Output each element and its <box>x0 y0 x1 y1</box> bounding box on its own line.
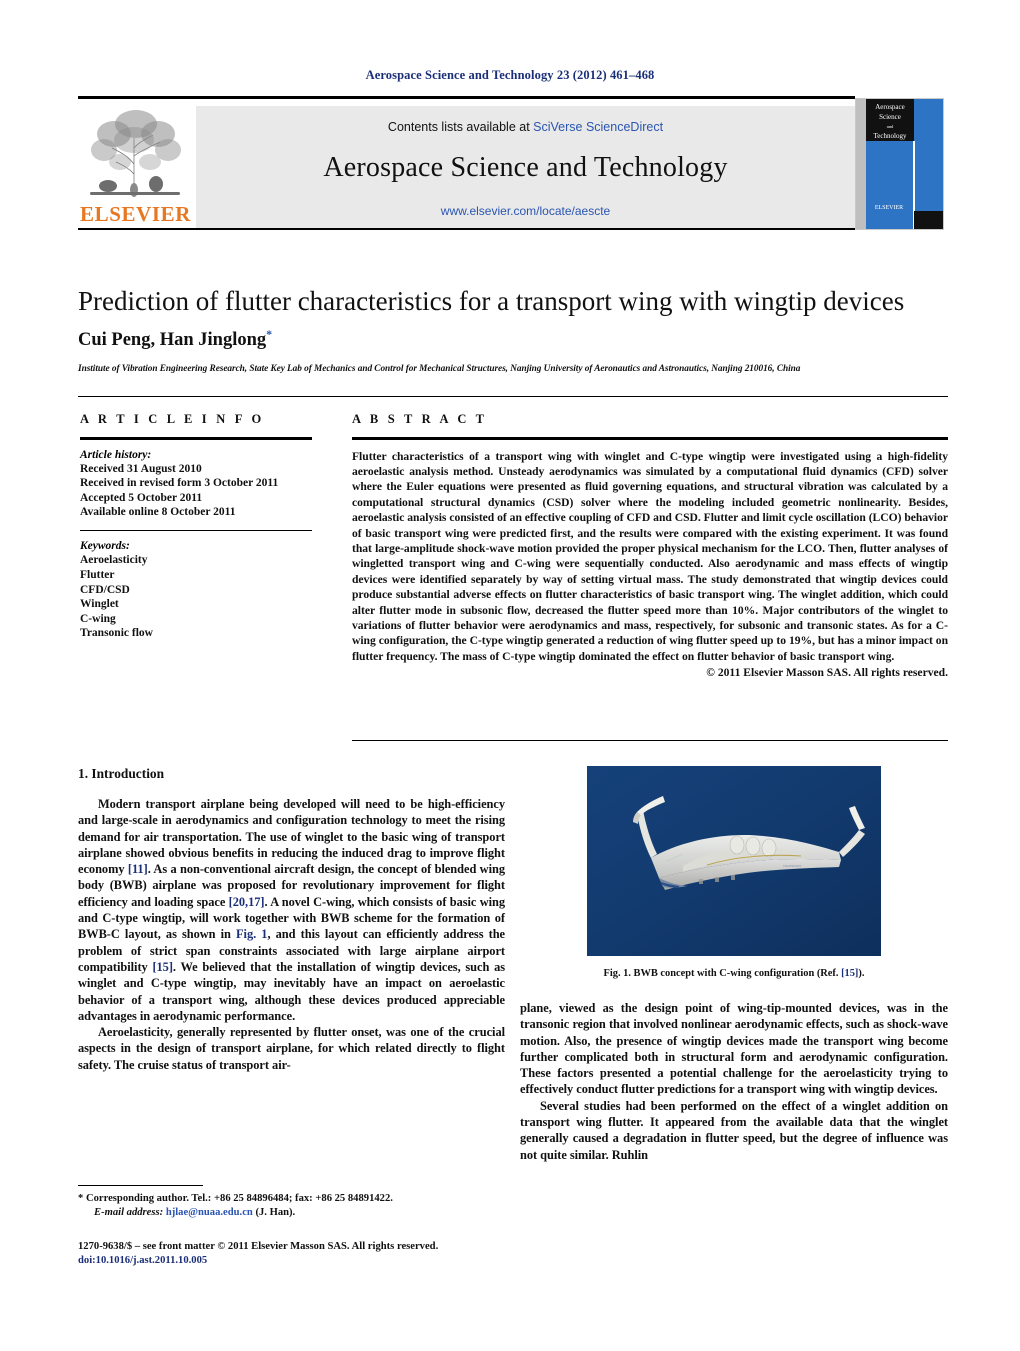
cover-top-right-block <box>914 99 943 141</box>
cover-line1: Aerospace <box>875 103 905 111</box>
body-column-right: plane, viewed as the design point of win… <box>520 1000 948 1163</box>
info-section-rule <box>78 396 948 397</box>
journal-url-link[interactable]: www.elsevier.com/locate/aescte <box>196 204 855 218</box>
author-list: Cui Peng, Han Jinglong* <box>78 327 948 351</box>
journal-cover-thumbnail: Aerospace Science and Technology ELSEVIE… <box>855 98 944 230</box>
paragraph-intro-1: Modern transport airplane being develope… <box>78 796 505 1024</box>
figure-caption-text: Fig. 1. BWB concept with C-wing configur… <box>603 968 842 979</box>
email-suffix: (J. Han). <box>255 1207 296 1218</box>
figure-caption-ref[interactable]: [15] <box>841 968 858 979</box>
article-info-column: A R T I C L E I N F O Article history: R… <box>80 412 312 641</box>
paper-page: Aerospace Science and Technology 23 (201… <box>0 0 1020 1351</box>
paragraph-intro-3: plane, viewed as the design point of win… <box>520 1001 948 1097</box>
figure-ref-fig1[interactable]: Fig. 1 <box>236 927 267 941</box>
email-label: E-mail address: <box>94 1207 164 1218</box>
elsevier-wordmark: ELSEVIER <box>80 202 192 226</box>
history-received: Received 31 August 2010 <box>80 462 202 475</box>
footnote-rule <box>78 1185 203 1186</box>
keywords-label: Keywords: <box>80 540 130 553</box>
corresponding-author-note: * Corresponding author. Tel.: +86 25 848… <box>78 1193 393 1204</box>
cover-publisher-mark: ELSEVIER <box>874 205 904 211</box>
article-history-label: Article history: <box>80 448 152 461</box>
keyword-item: Transonic flow <box>80 627 153 640</box>
keyword-item: CFD/CSD <box>80 583 130 596</box>
history-revised: Received in revised form 3 October 2011 <box>80 477 279 490</box>
abstract-copyright: © 2011 Elsevier Masson SAS. All rights r… <box>706 666 948 680</box>
journal-band: Contents lists available at SciVerse Sci… <box>196 106 855 228</box>
keywords-rule <box>80 529 312 532</box>
author-names: Cui Peng, Han Jinglong <box>78 330 267 351</box>
issn-copyright-line: 1270-9638/$ – see front matter © 2011 El… <box>78 1241 439 1252</box>
footnote-block: * Corresponding author. Tel.: +86 25 848… <box>78 1192 508 1220</box>
body-column-left: 1. Introduction Modern transport airplan… <box>78 766 505 1073</box>
page-title: Prediction of flutter characteristics fo… <box>78 286 905 316</box>
history-accepted: Accepted 5 October 2011 <box>80 491 203 504</box>
history-online: Available online 8 October 2011 <box>80 506 236 519</box>
contents-prefix: Contents lists available at <box>387 120 534 134</box>
cover-line2: Science <box>879 112 901 121</box>
journal-masthead: ELSEVIER Contents lists available at Sci… <box>78 96 944 230</box>
citation-ref-15[interactable]: [15] <box>152 960 173 974</box>
abstract-text: Flutter characteristics of a transport w… <box>352 449 948 663</box>
imprint-block: 1270-9638/$ – see front matter © 2011 El… <box>78 1240 548 1268</box>
paragraph-intro-4: Several studies had been performed on th… <box>520 1098 948 1162</box>
corresponding-author-marker: * <box>266 327 273 341</box>
paragraph-intro-2: Aeroelasticity, generally represented by… <box>78 1025 505 1072</box>
citation-ref-11[interactable]: [11] <box>128 862 148 876</box>
elsevier-logo: ELSEVIER <box>80 104 190 228</box>
sciencedirect-link[interactable]: SciVerse ScienceDirect <box>533 120 663 134</box>
cover-title-text: Aerospace Science and Technology <box>867 103 913 141</box>
keyword-item: Aeroelasticity <box>80 554 148 567</box>
doi-link[interactable]: doi:10.1016/j.ast.2011.10.005 <box>78 1254 548 1268</box>
keyword-item: C-wing <box>80 612 116 625</box>
figure-bwb-cwing-photo: TRANSPORT <box>587 766 881 956</box>
running-head: Aerospace Science and Technology 23 (201… <box>365 68 655 82</box>
elsevier-tree-icon <box>84 104 186 200</box>
masthead-bottom-rule <box>78 228 855 230</box>
svg-text:TRANSPORT: TRANSPORT <box>783 864 802 868</box>
article-info-rule <box>80 437 312 440</box>
figure-caption-end: ). <box>858 968 865 979</box>
keyword-item: Flutter <box>80 568 115 581</box>
cover-spine <box>856 99 866 229</box>
journal-title: Aerospace Science and Technology <box>323 152 728 183</box>
section-heading-introduction: 1. Introduction <box>78 766 165 781</box>
abstract-rule <box>352 437 948 440</box>
article-info-heading: A R T I C L E I N F O <box>80 412 265 426</box>
email-link[interactable]: hjlae@nuaa.edu.cn <box>166 1207 253 1218</box>
cover-line3: and <box>886 124 894 129</box>
citation-ref-20-17[interactable]: [20,17] <box>229 895 265 909</box>
cover-line4: Technology <box>873 131 907 140</box>
abstract-bottom-rule <box>352 740 948 741</box>
keyword-item: Winglet <box>80 598 119 611</box>
contents-available-line: Contents lists available at SciVerse Sci… <box>196 120 855 134</box>
masthead-top-rule <box>78 96 855 99</box>
abstract-heading: A B S T R A C T <box>352 412 488 426</box>
cover-bottom-block <box>914 211 943 229</box>
affiliation: Institute of Vibration Engineering Resea… <box>78 364 801 374</box>
abstract-column: A B S T R A C T Flutter characteristics … <box>352 412 948 679</box>
figure-caption: Fig. 1. BWB concept with C-wing configur… <box>520 968 948 979</box>
